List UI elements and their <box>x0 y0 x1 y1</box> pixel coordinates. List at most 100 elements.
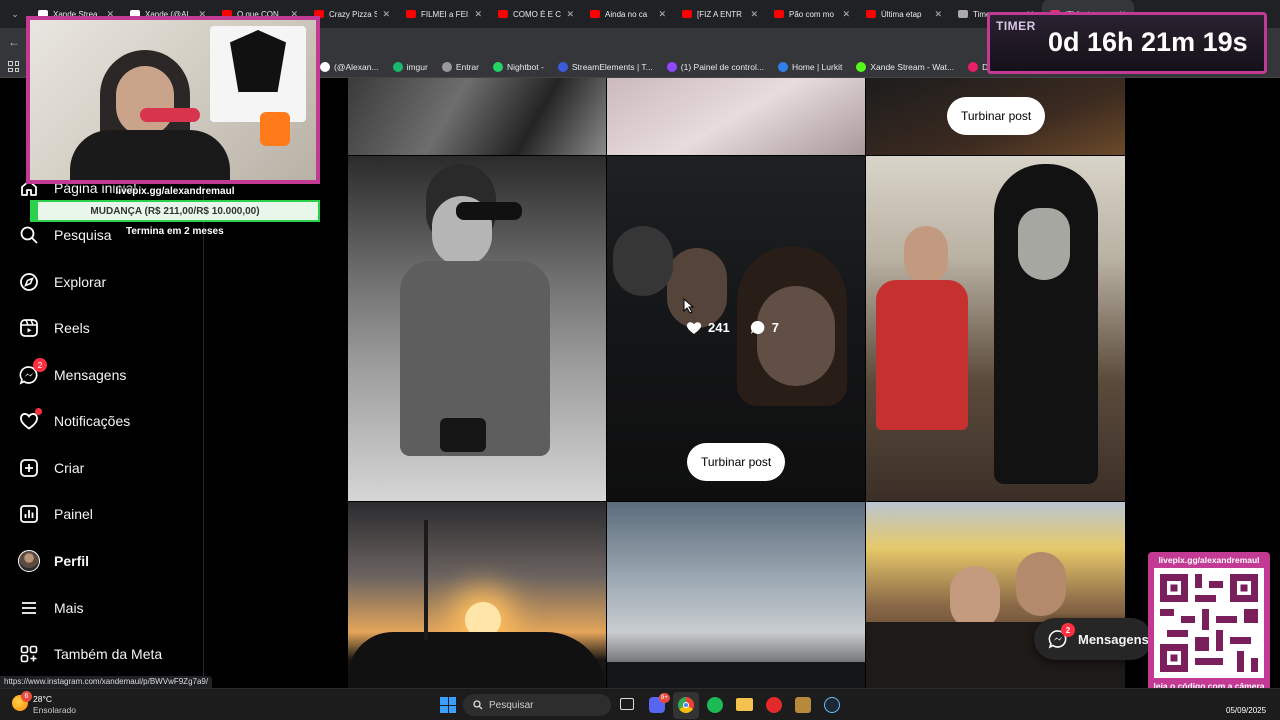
post-tile[interactable] <box>866 156 1125 501</box>
tab-favicon-icon <box>958 10 968 18</box>
heart-icon <box>686 321 702 334</box>
post-tile[interactable] <box>607 502 865 688</box>
browser-tab[interactable]: COMO É E C ✕ <box>490 0 582 28</box>
post-tile[interactable] <box>607 78 865 155</box>
bookmark-favicon-icon <box>492 61 503 72</box>
tab-close-icon[interactable]: ✕ <box>566 9 574 20</box>
browser-tab[interactable]: Ainda no ca ✕ <box>582 0 674 28</box>
sidebar-item-label: Mensagens <box>54 367 127 383</box>
taskbar-search-placeholder: Pesquisar <box>489 699 534 711</box>
browser-tab[interactable]: [FIZ A ENTR ✕ <box>674 0 766 28</box>
tab-close-icon[interactable]: ✕ <box>658 9 666 20</box>
qr-url: livepix.gg/alexandremaul <box>1158 555 1260 565</box>
post-hover-stats: 241 7 <box>686 320 779 335</box>
timer-value: 0d 16h 21m 19s <box>1048 27 1248 57</box>
plus-square-icon <box>18 457 40 479</box>
tab-title: COMO É E C <box>513 9 562 19</box>
search-icon <box>473 700 483 710</box>
donation-qr-widget: livepix.gg/alexandremaul leia o código c… <box>1148 552 1270 706</box>
steam-icon[interactable] <box>824 697 840 713</box>
donation-goal-text: MUDANÇA (R$ 211,00/R$ 10.000,00) <box>90 205 260 217</box>
sidebar-item-profile[interactable]: Perfil <box>18 550 89 572</box>
bookmark-label: Xande Stream - Wat... <box>870 61 955 72</box>
tab-favicon-icon <box>498 10 508 18</box>
sidebar-item-more[interactable]: Mais <box>18 597 84 619</box>
bookmark-label: (1) Painel de control... <box>680 61 764 72</box>
discord-icon[interactable]: 9+ <box>649 693 670 713</box>
comment-count: 7 <box>771 320 779 335</box>
bookmark-item[interactable]: Xande Stream - Wat... <box>856 61 955 72</box>
sidebar-item-label: Perfil <box>54 553 90 569</box>
tab-title: Última etap <box>881 9 922 19</box>
link-status-url: https://www.instagram.com/xandemaul/p/BW… <box>0 676 213 688</box>
boost-post-button[interactable]: Turbinar post <box>947 97 1046 135</box>
media-player-icon[interactable] <box>766 697 782 713</box>
apps-grid-icon[interactable] <box>8 61 19 72</box>
sidebar-item-label: Notificações <box>54 413 131 429</box>
game-app-icon[interactable] <box>795 697 811 713</box>
tab-close-icon[interactable]: ✕ <box>382 9 390 20</box>
post-tile[interactable] <box>348 78 606 155</box>
sidebar-item-label: Mais <box>54 600 84 616</box>
heart-icon <box>18 408 42 432</box>
bookmark-item[interactable]: imgur <box>392 61 428 72</box>
sidebar-item-label: Criar <box>54 460 85 476</box>
weather-badge: 6 <box>21 691 32 702</box>
browser-tab[interactable]: Última etap ✕ <box>858 0 950 28</box>
taskbar-search-input[interactable]: Pesquisar <box>463 694 611 716</box>
bookmark-label: StreamElements | T... <box>571 61 653 72</box>
tab-close-icon[interactable]: ✕ <box>934 9 942 20</box>
sidebar-item-notifications[interactable]: Notificações <box>18 408 131 432</box>
bookmark-label: Entrar <box>455 61 479 72</box>
bookmark-label: Nightbot - <box>506 61 544 72</box>
tab-close-icon[interactable]: ✕ <box>842 9 850 20</box>
windows-taskbar: 6 28°C Ensolarado Pesquisar 9+ 05/09/202… <box>0 688 1280 720</box>
weather-sun-icon[interactable]: 6 <box>12 691 32 711</box>
sidebar-item-dashboard[interactable]: Painel <box>18 503 93 525</box>
post-tile[interactable] <box>348 156 606 501</box>
sidebar-item-label: Explorar <box>54 274 107 290</box>
tab-close-icon[interactable]: ✕ <box>750 9 758 20</box>
bookmark-item[interactable]: (1) Painel de control... <box>666 61 764 72</box>
spotify-icon[interactable] <box>707 697 723 713</box>
boost-post-button[interactable]: Turbinar post <box>687 443 786 481</box>
post-tile[interactable]: Turbinar post <box>866 78 1125 155</box>
post-tile[interactable] <box>348 502 606 688</box>
stream-timer: TIMER 0d 16h 21m 19s <box>987 12 1267 74</box>
tab-favicon-icon <box>682 10 692 18</box>
reels-icon <box>18 317 40 339</box>
sidebar-item-explore[interactable]: Explorar <box>18 271 106 293</box>
post-tile-hovered[interactable]: 241 7 Turbinar post <box>607 156 865 501</box>
sidebar-item-create[interactable]: Criar <box>18 457 84 479</box>
bookmark-item[interactable]: Nightbot - <box>492 61 544 72</box>
task-view-icon[interactable] <box>620 698 634 710</box>
donation-url: livepix.gg/alexandremaul <box>115 186 235 197</box>
bookmark-item[interactable]: Home | Lurkit <box>777 61 842 72</box>
bookmark-item[interactable]: (@Alexan... <box>320 61 379 72</box>
bookmark-favicon-icon <box>968 61 979 72</box>
messages-badge: 2 <box>1061 623 1075 637</box>
sidebar-item-messages[interactable]: 2 Mensagens <box>18 358 127 386</box>
chrome-icon[interactable] <box>678 697 694 713</box>
tab-favicon-icon <box>866 10 876 18</box>
sidebar-item-also-from-meta[interactable]: Também da Meta <box>18 643 162 665</box>
compass-icon <box>18 271 40 293</box>
tab-close-icon[interactable]: ✕ <box>474 9 482 20</box>
comment-icon <box>750 320 765 334</box>
mouse-cursor-icon <box>683 298 695 314</box>
back-arrow-icon[interactable]: ← <box>8 35 20 49</box>
post-tile[interactable] <box>866 502 1125 688</box>
donation-goal-widget: livepix.gg/alexandremaul MUDANÇA (R$ 211… <box>30 184 320 237</box>
tab-title: FILMEI a FEI <box>421 9 469 19</box>
weather-desc: Ensolarado <box>33 705 77 715</box>
browser-tab[interactable]: FILMEI a FEI ✕ <box>398 0 490 28</box>
tab-favicon-icon <box>590 10 600 18</box>
bookmark-item[interactable]: StreamElements | T... <box>557 61 653 72</box>
sidebar-item-reels[interactable]: Reels <box>18 317 90 339</box>
windows-start-icon[interactable] <box>440 697 456 713</box>
discord-badge: 9+ <box>658 693 670 703</box>
file-explorer-icon[interactable] <box>736 698 753 711</box>
bookmark-item[interactable]: Entrar <box>441 61 479 72</box>
browser-tab[interactable]: Pão com mo ✕ <box>766 0 858 28</box>
floating-messages-button[interactable]: 2 Mensagens <box>1034 618 1152 660</box>
